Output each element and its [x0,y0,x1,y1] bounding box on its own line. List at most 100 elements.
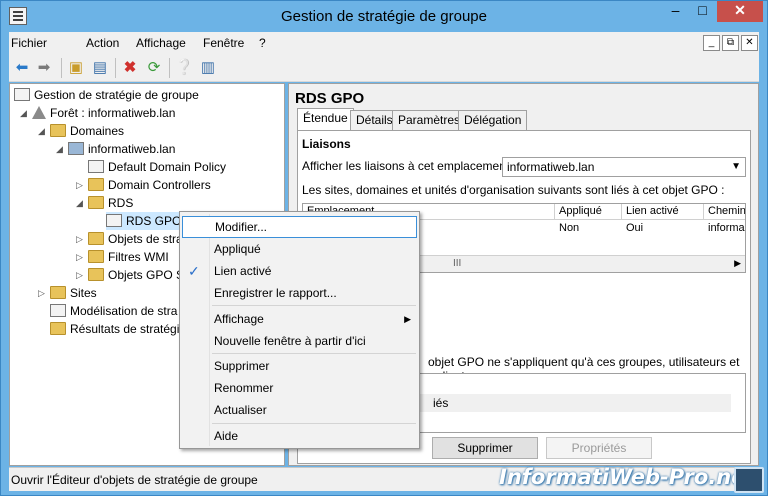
maximize-button[interactable]: □ [689,1,716,22]
collapse-arrow-icon[interactable]: ▷ [76,176,83,194]
tree-gpo-objects[interactable]: Objets de stra [88,230,183,248]
forward-arrow-icon[interactable]: ➡ [35,59,53,77]
tree-results[interactable]: Résultats de stratégi [50,320,179,338]
menu-bar: Fichier Action Affichage Fenêtre ? _ ⧉ ✕ [9,32,759,54]
help-icon[interactable]: ❔ [175,59,194,77]
tree-rds-ou[interactable]: RDS [88,194,133,212]
links-heading: Liaisons [302,137,351,151]
forest-icon [32,106,46,119]
context-menu: Modifier... Appliqué ✓ Lien activé Enreg… [179,211,420,449]
expand-arrow-icon[interactable]: ◢ [38,122,45,140]
refresh-icon[interactable]: ⟳ [145,59,163,77]
menu-item-affichage[interactable]: Affichage [182,308,417,330]
submenu-arrow-icon: ▶ [404,314,411,324]
action-pane-icon[interactable]: ▥ [199,59,217,77]
expand-arrow-icon[interactable]: ◢ [76,194,83,212]
results-icon [50,322,66,335]
tab-etendue[interactable]: Étendue [297,108,354,131]
menu-help[interactable]: ? [259,36,266,50]
expand-arrow-icon[interactable]: ◢ [20,104,27,122]
tree-domain-controllers[interactable]: Domain Controllers [88,176,211,194]
location-label: Afficher les liaisons à cet emplacement … [302,159,516,173]
tree-rds-gpo[interactable]: RDS GPO [106,212,182,230]
table-cell[interactable]: Oui [622,221,643,237]
folder-icon [50,124,66,137]
tree-modeling[interactable]: Modélisation de stra [50,302,177,320]
table-cell[interactable]: Non [555,221,579,237]
close-button[interactable]: ✕ [717,1,763,22]
tree-default-domain-policy[interactable]: Default Domain Policy [88,158,226,176]
collapse-arrow-icon[interactable]: ▷ [76,230,83,248]
collapse-arrow-icon[interactable]: ▷ [76,248,83,266]
collapse-arrow-icon[interactable]: ▷ [76,266,83,284]
tree-domain[interactable]: informatiweb.lan [68,140,175,158]
ou-icon [88,196,104,209]
remove-button[interactable]: Supprimer [432,437,538,459]
gpo-link-icon [106,214,122,227]
up-folder-icon[interactable]: ▣ [67,59,85,77]
watermark-text: InformatiWeb-Pro.net [499,465,756,489]
menu-action[interactable]: Action [86,36,119,50]
toolbar: ⬅ ➡ ▣ ▤ ✖ ⟳ ❔ ▥ [9,54,759,82]
menu-fichier[interactable]: Fichier [11,36,47,50]
tree-root[interactable]: Gestion de stratégie de groupe [14,86,199,104]
status-text: Ouvrir l'Éditeur d'objets de stratégie d… [11,473,258,487]
minimize-button[interactable]: – [662,1,689,22]
scroll-right-icon[interactable]: ▶ [734,258,741,269]
menu-item-actualiser[interactable]: Actualiser [182,399,417,421]
mdi-minimize-button[interactable]: _ [703,35,720,51]
menu-item-supprimer[interactable]: Supprimer [182,355,417,377]
column-header-link-enabled[interactable]: Lien activé [622,204,704,220]
title-bar[interactable]: Gestion de stratégie de groupe – □ ✕ [1,1,767,31]
window-title: Gestion de stratégie de groupe [281,8,487,25]
app-window: Gestion de stratégie de groupe – □ ✕ Fic… [0,0,768,496]
toolbar-separator [169,58,170,78]
toolbar-separator [61,58,62,78]
collapse-arrow-icon[interactable]: ▷ [38,284,45,302]
menu-item-modifier[interactable]: Modifier... [182,216,417,238]
location-value: informatiweb.lan [507,160,595,174]
tree-wmi-filters[interactable]: Filtres WMI [88,248,169,266]
gpo-link-icon [88,160,104,173]
menu-affichage[interactable]: Affichage [136,36,186,50]
location-dropdown[interactable]: informatiweb.lan ▼ [502,157,746,177]
linked-label: Les sites, domaines et unités d'organisa… [302,183,725,197]
folder-icon [88,268,104,281]
expand-arrow-icon[interactable]: ◢ [56,140,63,158]
scroll-thumb-grip[interactable]: III [453,258,461,269]
tree-forest[interactable]: Forêt : informatiweb.lan [32,104,175,122]
folder-icon [88,250,104,263]
menu-separator [212,353,416,354]
mdi-close-button[interactable]: ✕ [741,35,758,51]
tab-parametres[interactable]: Paramètres [392,110,467,130]
menu-item-applique[interactable]: Appliqué [182,238,417,260]
delete-icon[interactable]: ✖ [121,59,139,77]
menu-separator [212,305,416,306]
tree-domains[interactable]: Domaines [50,122,124,140]
menu-fenetre[interactable]: Fenêtre [203,36,244,50]
back-arrow-icon[interactable]: ⬅ [13,59,31,77]
tree-starter-gpo[interactable]: Objets GPO S [88,266,184,284]
domain-icon [68,142,84,155]
menu-item-renommer[interactable]: Renommer [182,377,417,399]
menu-separator [212,423,416,424]
properties-button[interactable]: Propriétés [546,437,652,459]
mdi-restore-button[interactable]: ⧉ [722,35,739,51]
tree-sites[interactable]: Sites [50,284,97,302]
folder-icon [88,232,104,245]
column-header-path[interactable]: Chemin [704,204,745,220]
column-header-enforced[interactable]: Appliqué [555,204,622,220]
menu-item-lien-active[interactable]: Lien activé [182,260,417,282]
menu-item-nouvelle-fenetre[interactable]: Nouvelle fenêtre à partir d'ici [182,330,417,352]
toolbar-separator [115,58,116,78]
tab-delegation[interactable]: Délégation [458,110,528,130]
watermark-monitor-icon [734,467,764,493]
show-hide-tree-icon[interactable]: ▤ [91,59,109,77]
menu-item-aide[interactable]: Aide [182,425,417,447]
modeling-icon [50,304,66,317]
ou-icon [88,178,104,191]
gpmc-icon [14,88,30,101]
table-cell[interactable]: informa [704,221,745,237]
sites-icon [50,286,66,299]
menu-item-enregistrer-rapport[interactable]: Enregistrer le rapport... [182,282,417,304]
